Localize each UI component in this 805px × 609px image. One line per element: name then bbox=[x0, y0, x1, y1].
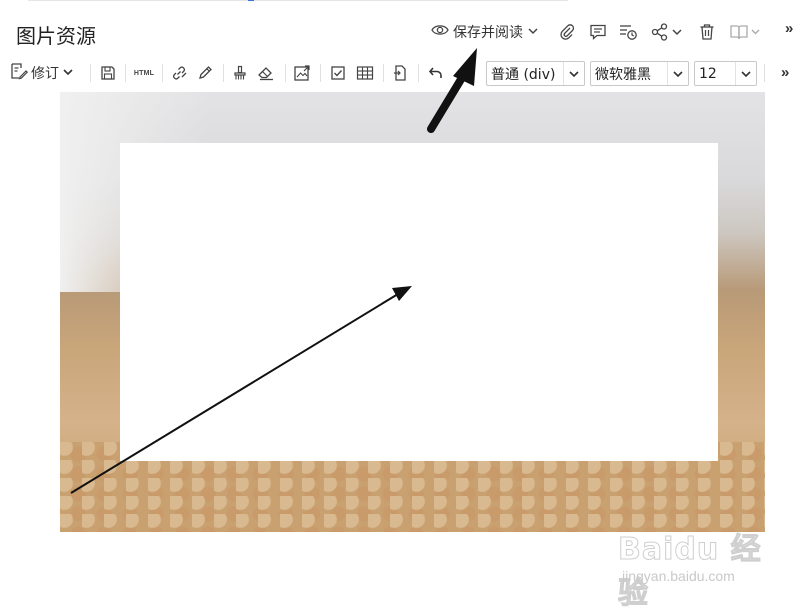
insert-file-icon[interactable] bbox=[389, 61, 411, 85]
header-more-button[interactable]: » bbox=[785, 20, 793, 37]
history-icon[interactable] bbox=[618, 22, 638, 42]
chevron-down-icon bbox=[563, 62, 580, 85]
link-icon[interactable] bbox=[168, 61, 190, 85]
toolbar-divider bbox=[223, 64, 224, 82]
save-and-read-label: 保存并阅读 bbox=[453, 25, 523, 41]
chevron-down-icon bbox=[667, 62, 684, 85]
attachment-icon[interactable] bbox=[557, 22, 577, 42]
toolbar-divider bbox=[90, 64, 91, 82]
toolbar-divider bbox=[383, 64, 384, 82]
font-size-select[interactable]: 12 bbox=[694, 61, 757, 86]
editor-toolbar: 修订 HTML 普通 (div) 微软雅黑 12 » bbox=[0, 58, 805, 88]
chevron-down-icon bbox=[62, 65, 74, 81]
editor-header: 图片资源 保存并阅读 » bbox=[0, 14, 805, 52]
checkbox-icon[interactable] bbox=[327, 61, 349, 85]
redo-icon[interactable] bbox=[452, 61, 474, 85]
toolbar-divider bbox=[162, 64, 163, 82]
toolbar-divider bbox=[125, 64, 126, 82]
undo-icon[interactable] bbox=[425, 61, 447, 85]
toolbar-divider bbox=[418, 64, 419, 82]
table-icon[interactable] bbox=[354, 61, 376, 85]
chevron-down-icon bbox=[735, 62, 752, 85]
font-family-select[interactable]: 微软雅黑 bbox=[590, 61, 689, 86]
format-painter-icon[interactable] bbox=[229, 61, 251, 85]
save-and-read-button[interactable]: 保存并阅读 bbox=[431, 22, 539, 42]
toolbar-more-button[interactable]: » bbox=[781, 64, 789, 81]
top-divider bbox=[28, 0, 568, 1]
revise-button[interactable]: 修订 bbox=[10, 61, 82, 85]
revise-label: 修订 bbox=[31, 66, 59, 82]
chevron-down-icon bbox=[527, 24, 539, 40]
eye-icon bbox=[431, 23, 449, 41]
paragraph-style-select[interactable]: 普通 (div) bbox=[486, 61, 585, 86]
html-source-button[interactable]: HTML bbox=[131, 61, 157, 85]
share-icon[interactable] bbox=[651, 22, 687, 42]
save-icon[interactable] bbox=[97, 61, 119, 85]
page-title[interactable]: 图片资源 bbox=[16, 20, 96, 49]
insert-image-icon[interactable] bbox=[291, 61, 313, 85]
redaction-box bbox=[120, 143, 718, 461]
book-icon[interactable] bbox=[729, 22, 763, 42]
watermark-brand: Baidu 经验 bbox=[618, 532, 762, 609]
toolbar-divider bbox=[285, 64, 286, 82]
watermark-url: jingyan.baidu.com bbox=[622, 568, 735, 584]
font-family-value: 微软雅黑 bbox=[595, 66, 651, 83]
trash-icon[interactable] bbox=[697, 22, 717, 42]
eraser-icon[interactable] bbox=[255, 61, 277, 85]
toolbar-divider bbox=[764, 64, 765, 82]
toolbar-divider bbox=[320, 64, 321, 82]
pencil-icon[interactable] bbox=[194, 61, 216, 85]
edit-document-icon bbox=[10, 62, 29, 84]
font-size-value: 12 bbox=[699, 65, 717, 82]
baidu-watermark: Baidu 经验 jingyan.baidu.com bbox=[618, 522, 768, 609]
divider-accent bbox=[248, 0, 254, 1]
paragraph-style-value: 普通 (div) bbox=[491, 66, 556, 83]
comment-icon[interactable] bbox=[588, 22, 608, 42]
